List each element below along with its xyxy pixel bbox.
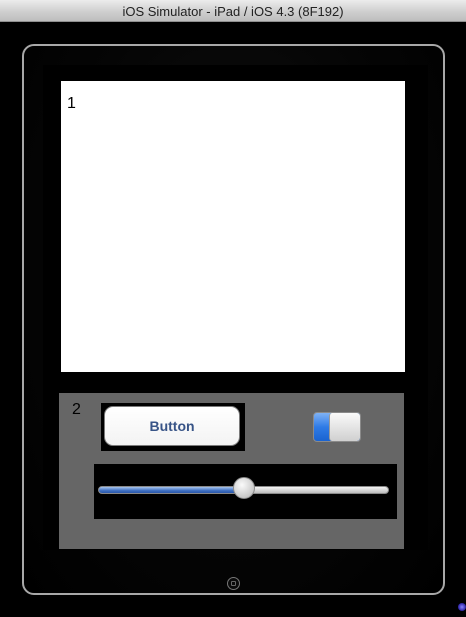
- rounded-rect-button[interactable]: Button: [104, 406, 240, 446]
- toggle-switch-knob[interactable]: [329, 413, 360, 441]
- slider-thumb[interactable]: [232, 477, 255, 499]
- title-bar[interactable]: iOS Simulator - iPad / iOS 4.3 (8F192): [0, 0, 466, 22]
- view-2-label: 2: [72, 401, 81, 418]
- window-title: iOS Simulator - iPad / iOS 4.3 (8F192): [122, 4, 344, 19]
- button-container: Button: [101, 403, 245, 451]
- slider-container: [94, 464, 397, 519]
- view-2: 2 Button: [59, 393, 404, 549]
- toggle-switch[interactable]: [313, 412, 361, 442]
- resize-handle-icon[interactable]: [458, 603, 466, 611]
- view-1: 1: [61, 81, 405, 372]
- slider-fill: [99, 487, 244, 493]
- view-1-label: 1: [67, 95, 76, 112]
- home-button-icon[interactable]: [227, 577, 240, 590]
